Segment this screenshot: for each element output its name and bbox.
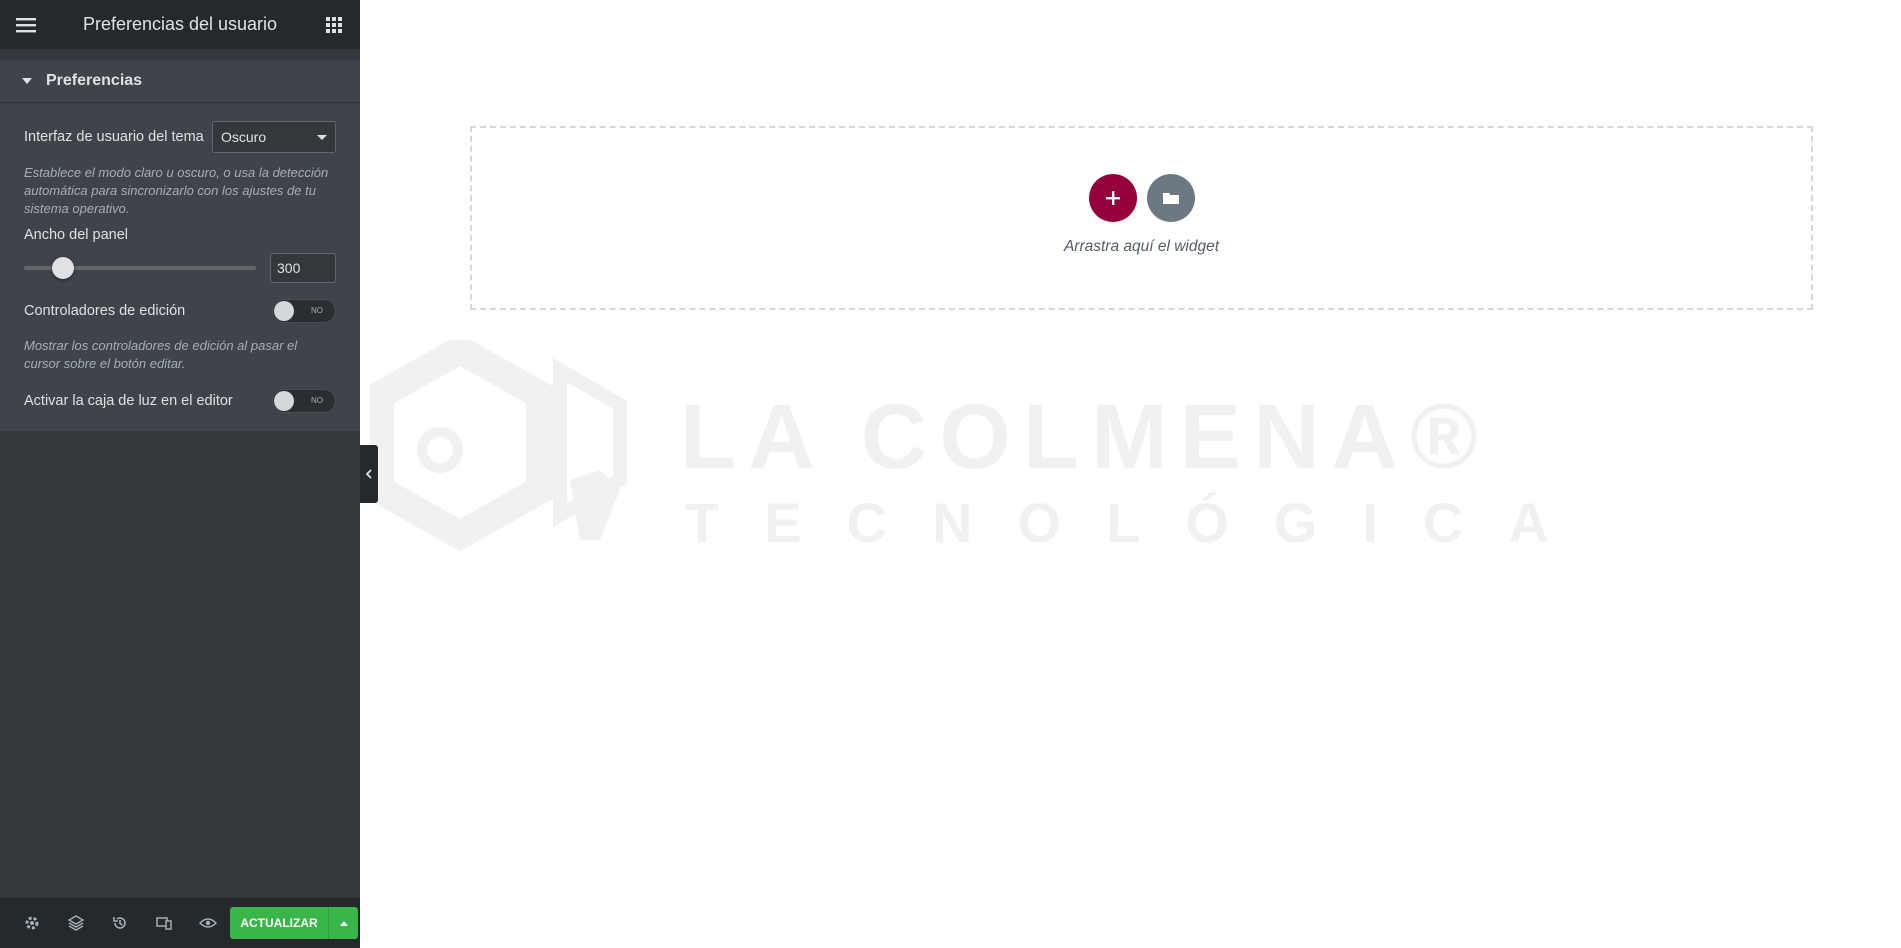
hexagon-logo-icon [370, 340, 627, 552]
toggle-knob [274, 391, 294, 411]
drop-zone-buttons [1088, 174, 1195, 222]
panel-width-control [24, 253, 336, 283]
toggle-state-text: NO [311, 306, 323, 315]
layers-icon[interactable] [54, 898, 98, 948]
edit-handles-label: Controladores de edición [24, 303, 186, 319]
panel-footer: ACTUALIZAR [0, 898, 360, 948]
toggle-knob [274, 301, 294, 321]
plus-icon [1105, 191, 1120, 205]
save-options-button[interactable] [328, 907, 358, 939]
watermark-line1: LA COLMENA® [680, 386, 1490, 488]
section-toggle[interactable]: Preferencias [0, 60, 360, 103]
toggle-state-text: NO [311, 396, 323, 405]
panel-header: Preferencias del usuario [0, 0, 360, 49]
slider-handle[interactable] [52, 257, 75, 279]
panel-width-slider[interactable] [24, 257, 256, 279]
watermark-line2: TECNOLÓGICA [685, 491, 1594, 554]
chevron-left-icon [365, 469, 372, 479]
edit-handles-toggle[interactable]: NO [272, 299, 336, 323]
add-section-button[interactable] [1088, 174, 1137, 222]
theme-description: Establece el modo claro u oscuro, o usa … [24, 165, 329, 216]
update-button-group: ACTUALIZAR [230, 907, 358, 939]
caret-down-icon [22, 78, 32, 84]
responsive-icon[interactable] [142, 898, 186, 948]
editor-panel: Preferencias del usuario Preferencias In… [0, 0, 360, 948]
preview-eye-icon[interactable] [186, 898, 230, 948]
preferences-section: Preferencias Interfaz de usuario del tem… [0, 60, 360, 431]
preview-canvas: LA COLMENA® TECNOLÓGICA Arrastra aquí el… [360, 0, 1901, 948]
section-title: Preferencias [46, 72, 143, 89]
panel-width-input[interactable] [270, 253, 336, 283]
lightbox-toggle[interactable]: NO [272, 389, 336, 413]
watermark-logo: LA COLMENA® TECNOLÓGICA [370, 320, 1670, 620]
menu-icon[interactable] [14, 13, 38, 37]
history-icon[interactable] [98, 898, 142, 948]
panel-title: Preferencias del usuario [82, 14, 278, 34]
lightbox-control: Activar la caja de luz en el editor NO [24, 389, 336, 413]
theme-select[interactable]: Oscuro [212, 121, 336, 153]
widget-drop-zone[interactable]: Arrastra aquí el widget [470, 126, 1813, 310]
drop-zone-text: Arrastra aquí el widget [1063, 238, 1220, 255]
edit-handles-control: Controladores de edición NO [24, 299, 336, 323]
theme-label: Interfaz de usuario del tema [24, 129, 204, 145]
caret-up-icon [339, 920, 348, 926]
settings-icon[interactable] [10, 898, 54, 948]
update-button[interactable]: ACTUALIZAR [230, 907, 328, 939]
add-template-button[interactable] [1146, 174, 1195, 222]
theme-control: Interfaz de usuario del tema Oscuro [24, 121, 336, 153]
collapse-panel-button[interactable] [360, 445, 378, 503]
theme-select-value: Oscuro [221, 129, 267, 145]
panel-width-label: Ancho del panel [24, 227, 128, 243]
chevron-down-icon [317, 134, 327, 140]
edit-handles-description: Mostrar los controladores de edición al … [24, 338, 298, 371]
widgets-grid-icon[interactable] [322, 13, 346, 37]
folder-icon [1162, 193, 1179, 204]
lightbox-label: Activar la caja de luz en el editor [24, 393, 233, 409]
